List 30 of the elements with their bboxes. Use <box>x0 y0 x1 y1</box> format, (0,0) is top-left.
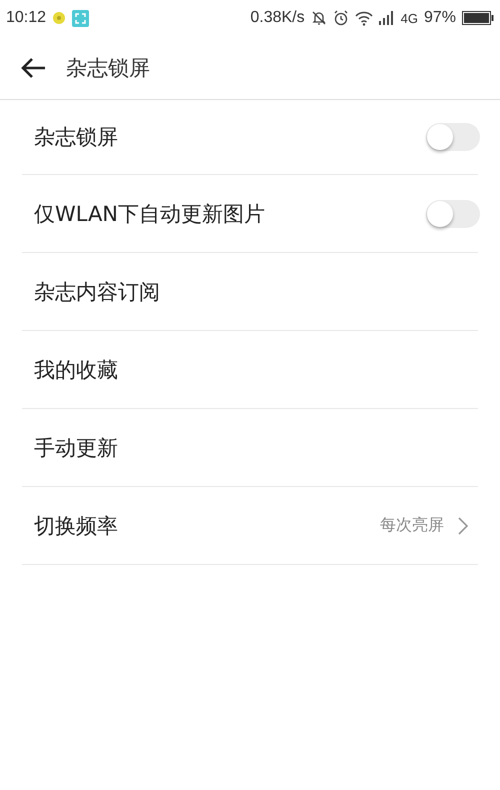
settings-row[interactable]: 仅WLAN下自动更新图片 <box>22 175 478 253</box>
row-label: 杂志锁屏 <box>34 125 118 149</box>
muted-bell-icon <box>310 10 327 26</box>
battery-icon <box>462 11 494 25</box>
settings-row[interactable]: 杂志锁屏 <box>22 100 478 175</box>
settings-row[interactable]: 我的收藏 <box>22 331 478 409</box>
back-button[interactable] <box>20 56 46 78</box>
row-label: 我的收藏 <box>34 358 118 382</box>
row-label: 手动更新 <box>34 436 118 460</box>
coin-icon <box>52 11 66 25</box>
settings-row[interactable]: 杂志内容订阅 <box>22 253 478 331</box>
settings-row[interactable]: 切换频率 每次亮屏 <box>22 487 478 565</box>
toggle-switch[interactable] <box>426 123 480 151</box>
page-title: 杂志锁屏 <box>66 54 150 82</box>
settings-row[interactable]: 手动更新 <box>22 409 478 487</box>
wifi-icon <box>354 10 373 26</box>
row-label: 切换频率 <box>34 514 118 538</box>
battery-percent: 97% <box>424 9 456 27</box>
row-label: 仅WLAN下自动更新图片 <box>34 202 266 226</box>
chevron-right-icon <box>458 516 468 534</box>
network-type: 4G <box>400 10 418 26</box>
back-arrow-icon <box>20 56 46 78</box>
alarm-icon <box>332 10 349 26</box>
toggle-switch[interactable] <box>426 200 480 228</box>
signal-icon <box>378 11 395 25</box>
scan-icon <box>72 10 90 26</box>
current-value: 每次亮屏 <box>380 515 444 536</box>
time: 10:12 <box>6 9 46 27</box>
row-label: 杂志内容订阅 <box>34 280 160 304</box>
network-speed: 0.38K/s <box>250 9 305 27</box>
